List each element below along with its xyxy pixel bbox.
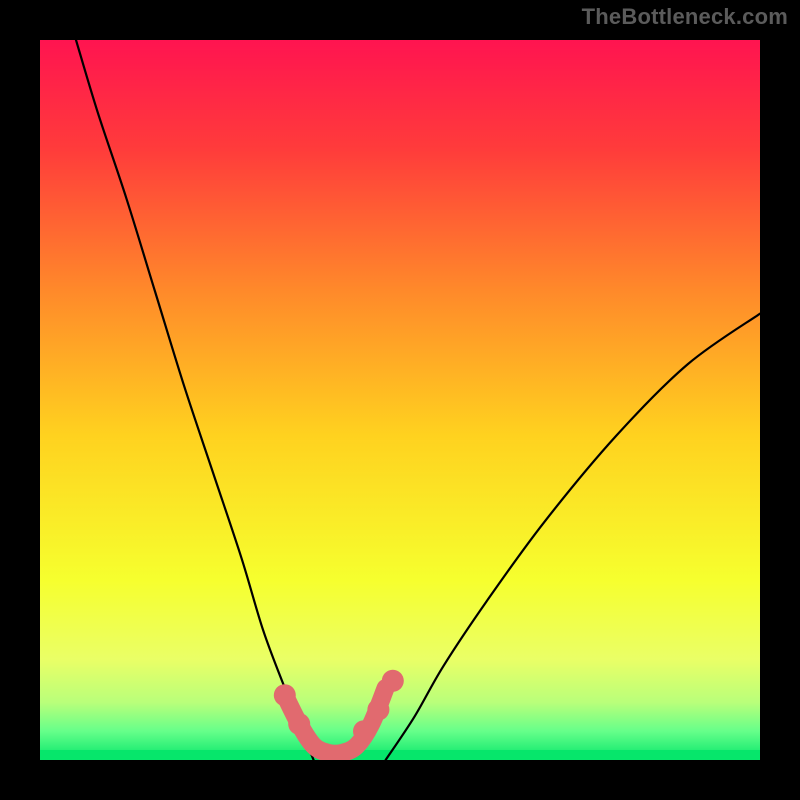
marker-dot bbox=[274, 684, 296, 706]
marker-dot bbox=[382, 670, 404, 692]
gradient-background bbox=[40, 40, 760, 760]
marker-dot bbox=[353, 720, 375, 742]
bottom-band bbox=[40, 750, 760, 760]
chart-svg bbox=[40, 40, 760, 760]
marker-dot bbox=[367, 699, 389, 721]
chart-frame: TheBottleneck.com bbox=[0, 0, 800, 800]
watermark-text: TheBottleneck.com bbox=[582, 4, 788, 30]
marker-dot bbox=[288, 713, 310, 735]
plot-area bbox=[40, 40, 760, 760]
